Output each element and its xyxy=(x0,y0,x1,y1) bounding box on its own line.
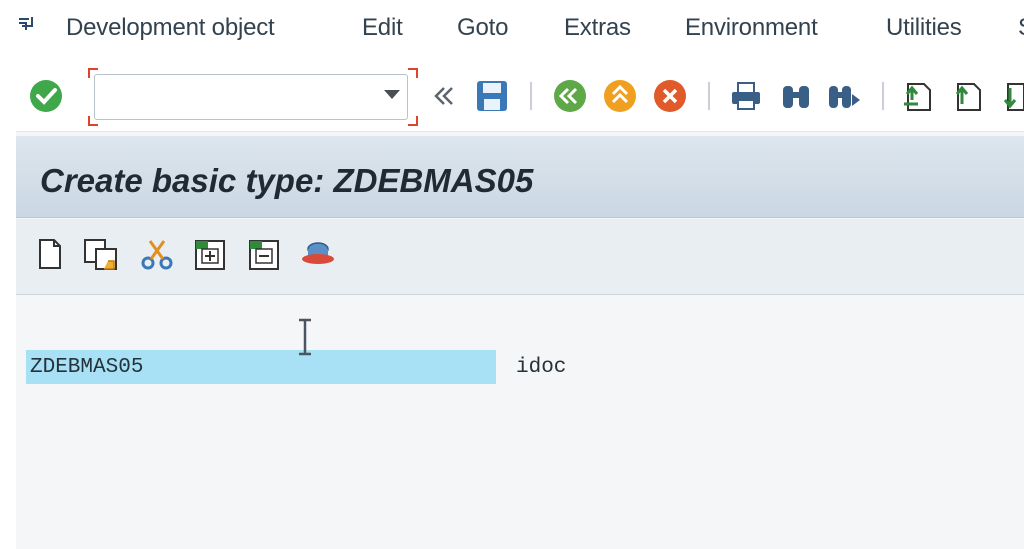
display-attributes-icon[interactable] xyxy=(300,237,336,271)
menu-environment[interactable]: Environment xyxy=(685,14,818,42)
tree-node-selected[interactable]: ZDEBMAS05 xyxy=(26,350,496,384)
page-title: Create basic type: ZDEBMAS05 xyxy=(40,162,534,199)
tree-area: ZDEBMAS05 idoc xyxy=(16,296,1024,549)
node-description: idoc xyxy=(516,356,567,379)
window-edge xyxy=(0,0,16,549)
menu-development-object[interactable]: Development object xyxy=(66,14,275,42)
enter-check-icon[interactable] xyxy=(28,78,64,114)
find-icon[interactable] xyxy=(778,78,814,114)
menu-system[interactable]: S xyxy=(1018,14,1024,42)
command-field-wrapper xyxy=(88,68,418,126)
save-icon[interactable] xyxy=(474,78,510,114)
title-bar: Create basic type: ZDEBMAS05 xyxy=(16,136,1024,218)
menu-extras[interactable]: Extras xyxy=(564,14,631,42)
next-page-icon[interactable] xyxy=(1000,78,1024,114)
copy-icon[interactable] xyxy=(82,237,122,271)
toolbar-separator xyxy=(530,82,532,110)
print-icon[interactable] xyxy=(728,78,764,114)
toolbar-separator xyxy=(708,82,710,110)
focus-corner xyxy=(408,116,418,126)
chevron-down-icon[interactable] xyxy=(384,90,400,99)
create-icon[interactable] xyxy=(36,237,64,271)
cut-icon[interactable] xyxy=(140,237,174,271)
first-page-icon[interactable] xyxy=(900,78,936,114)
toolbar-separator xyxy=(882,82,884,110)
find-next-icon[interactable] xyxy=(826,78,862,114)
previous-page-icon[interactable] xyxy=(950,78,986,114)
text-cursor-icon xyxy=(299,318,311,356)
menu-goto[interactable]: Goto xyxy=(457,14,508,42)
exit-icon[interactable] xyxy=(602,78,638,114)
menu-edit[interactable]: Edit xyxy=(362,14,403,42)
insert-icon[interactable] xyxy=(192,237,228,271)
cancel-icon[interactable] xyxy=(652,78,688,114)
delete-icon[interactable] xyxy=(246,237,282,271)
application-toolbar xyxy=(16,219,1024,295)
sap-window: Development object Edit Goto Extras Envi… xyxy=(0,0,1024,549)
focus-corner xyxy=(408,68,418,78)
back-icon[interactable] xyxy=(552,78,588,114)
node-name: ZDEBMAS05 xyxy=(30,356,144,379)
collapse-arrows-icon[interactable] xyxy=(432,78,456,114)
command-field[interactable] xyxy=(94,74,408,120)
menu-toggle-icon[interactable] xyxy=(16,14,38,36)
menu-bar: Development object Edit Goto Extras Envi… xyxy=(16,0,1024,60)
menu-utilities[interactable]: Utilities xyxy=(886,14,962,42)
standard-toolbar xyxy=(16,60,1024,132)
